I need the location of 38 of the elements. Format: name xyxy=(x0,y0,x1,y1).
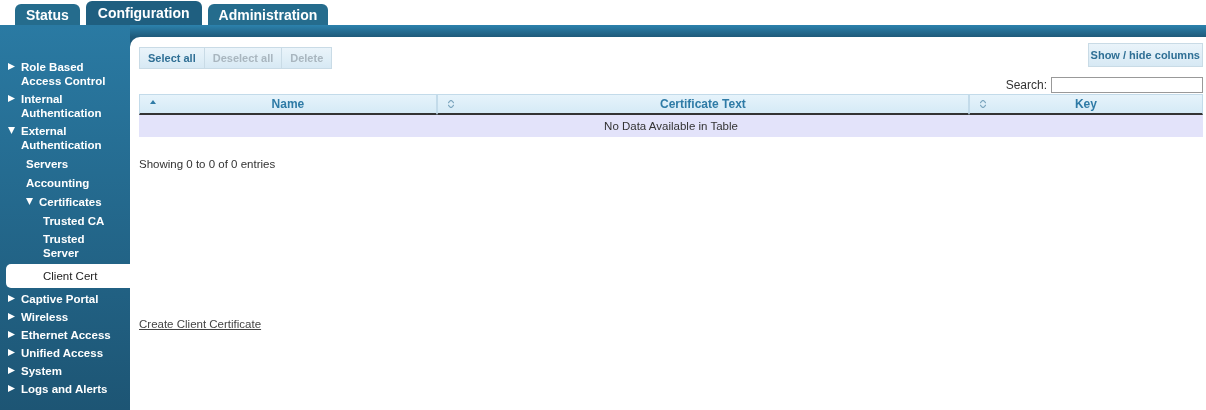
triangle-right-icon xyxy=(8,331,15,338)
nav-item[interactable]: Role Based Access Control xyxy=(6,58,130,90)
triangle-down-icon xyxy=(8,127,15,134)
nav-item[interactable]: Certificates xyxy=(6,193,130,211)
triangle-right-icon xyxy=(8,95,15,102)
nav-item[interactable]: Trusted CA xyxy=(6,212,130,230)
column-header[interactable]: Certificate Text xyxy=(436,94,969,115)
nav-item[interactable]: Wireless xyxy=(6,308,130,326)
nav-item[interactable]: Servers xyxy=(6,155,130,173)
triangle-right-icon xyxy=(8,349,15,356)
search-label: Search: xyxy=(1005,78,1047,92)
entries-info: Showing 0 to 0 of 0 entries xyxy=(139,158,277,170)
tab[interactable]: Configuration xyxy=(85,1,202,25)
triangle-right-icon xyxy=(8,367,15,374)
triangle-right-icon xyxy=(8,295,15,302)
triangle-down-icon xyxy=(26,198,33,205)
nav-item[interactable]: External Authentication xyxy=(6,122,130,154)
nav-item[interactable]: Accounting xyxy=(6,174,130,192)
triangle-right-icon xyxy=(8,313,15,320)
nav-item[interactable]: Internal Authentication xyxy=(6,90,130,122)
create-client-certificate-link[interactable]: Create Client Certificate xyxy=(139,318,262,330)
column-header[interactable]: Name xyxy=(139,94,437,115)
triangle-right-icon xyxy=(8,63,15,70)
nav-item[interactable]: Client Cert xyxy=(6,264,130,288)
nav-item[interactable]: Logs and Alerts xyxy=(6,380,130,398)
nav-item[interactable]: Trusted Server xyxy=(6,230,130,262)
triangle-right-icon xyxy=(8,385,15,392)
nav-item[interactable]: Captive Portal xyxy=(6,290,130,308)
nav-item[interactable]: System xyxy=(6,362,130,380)
show-hide-columns-button[interactable]: Show / hide columns xyxy=(1087,43,1203,67)
column-header[interactable]: Key xyxy=(968,94,1203,115)
nav-item[interactable]: Ethernet Access xyxy=(6,326,130,344)
toolbar-button[interactable]: Select all xyxy=(140,48,205,68)
empty-table-message: No Data Available in Table xyxy=(139,115,1203,137)
nav-item[interactable]: Unified Access xyxy=(6,344,130,362)
tab[interactable]: Administration xyxy=(207,4,329,25)
tab[interactable]: Status xyxy=(15,4,80,25)
search-field[interactable] xyxy=(1051,77,1203,93)
